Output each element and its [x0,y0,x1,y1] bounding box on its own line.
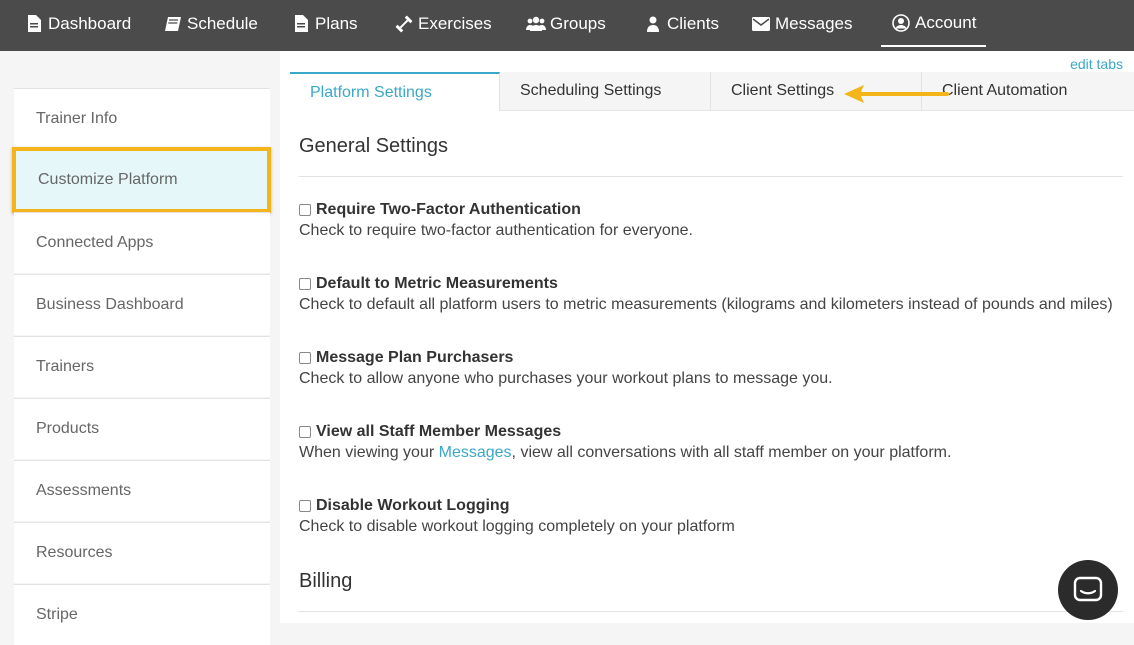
edit-tabs-link[interactable]: edit tabs [1070,56,1123,72]
two-factor-checkbox[interactable] [299,204,311,216]
nav-label: Messages [775,13,853,33]
nav-schedule[interactable]: Schedule [163,0,258,47]
settings-sidebar: Trainer Info Customize Platform Connecte… [0,51,280,645]
book-icon [163,15,183,33]
nav-label: Clients [667,13,719,33]
desc-text: , view all conversations with all staff … [511,444,952,461]
sidebar-item-stripe[interactable]: Stripe [14,584,270,645]
main-content: edit tabs Platform Settings Scheduling S… [280,51,1134,623]
user-icon [643,15,663,33]
sidebar-item-products[interactable]: Products [14,398,270,459]
sidebar-item-customize-platform[interactable]: Customize Platform [12,147,271,213]
sidebar-item-label: Trainers [36,358,95,375]
desc-text: When viewing your [299,444,439,461]
tab-scheduling-settings[interactable]: Scheduling Settings [500,72,711,110]
sidebar-item-label: Customize Platform [38,171,178,188]
setting-label: Disable Workout Logging [316,497,510,514]
sidebar-item-connected-apps[interactable]: Connected Apps [14,212,270,273]
sidebar-item-label: Business Dashboard [36,296,184,313]
sidebar-item-resources[interactable]: Resources [14,522,270,583]
sidebar-item-label: Connected Apps [36,234,154,251]
settings-tabs: Platform Settings Scheduling Settings Cl… [290,72,1134,111]
messages-link[interactable]: Messages [439,444,512,461]
sidebar-item-label: Stripe [36,606,78,623]
billing-title: Billing [299,570,353,592]
metric-checkbox[interactable] [299,278,311,290]
chat-launcher-button[interactable] [1058,560,1118,620]
nav-label: Schedule [187,13,258,33]
nav-groups[interactable]: Groups [526,0,606,47]
nav-label: Plans [315,13,358,33]
divider [299,176,1123,177]
nav-account[interactable]: Account [881,0,987,47]
setting-metric: Default to Metric Measurements Check to … [299,275,1119,314]
sidebar-item-business-dashboard[interactable]: Business Dashboard [14,274,270,335]
setting-label: Require Two-Factor Authentication [316,201,581,218]
sidebar-item-label: Assessments [36,482,132,499]
tab-label: Scheduling Settings [520,82,662,99]
nav-dashboard[interactable]: Dashboard [24,0,131,47]
setting-label: Default to Metric Measurements [316,275,558,292]
document-icon [291,15,311,33]
tab-label: Platform Settings [310,83,432,101]
chat-icon [1073,576,1103,602]
sidebar-item-label: Resources [36,544,113,561]
nav-label: Groups [550,13,606,33]
nav-label: Exercises [418,13,492,33]
tab-label: Client Settings [731,82,835,99]
nav-plans[interactable]: Plans [291,0,358,47]
setting-staff-messages: View all Staff Member Messages When view… [299,423,1119,462]
setting-label: View all Staff Member Messages [316,423,562,440]
disable-logging-checkbox[interactable] [299,500,311,512]
nav-label: Account [915,12,977,32]
envelope-icon [751,15,771,33]
message-purchasers-checkbox[interactable] [299,352,311,364]
divider [299,611,1123,612]
tab-platform-settings[interactable]: Platform Settings [290,72,500,111]
setting-label: Message Plan Purchasers [316,349,514,366]
setting-description: Check to default all platform users to m… [299,296,1113,313]
top-navigation: Dashboard Schedule Plans Exercises Group… [0,0,1134,51]
dumbbell-icon [394,15,414,33]
tab-client-automation[interactable]: Client Automation [922,72,1134,110]
setting-description: Check to disable workout logging complet… [299,518,735,535]
tab-label: Client Automation [942,82,1068,99]
general-settings-title: General Settings [299,135,448,157]
setting-description: Check to allow anyone who purchases your… [299,370,833,387]
nav-label: Dashboard [48,13,132,33]
setting-description: When viewing your Messages, view all con… [299,444,1119,462]
file-icon [24,15,44,33]
setting-two-factor: Require Two-Factor Authentication Check … [299,201,1119,240]
nav-messages[interactable]: Messages [751,0,852,47]
sidebar-item-trainers[interactable]: Trainers [14,336,270,397]
setting-message-purchasers: Message Plan Purchasers Check to allow a… [299,349,1119,388]
nav-clients[interactable]: Clients [643,0,719,47]
setting-description: Check to require two-factor authenticati… [299,222,693,239]
sidebar-item-label: Products [36,420,100,437]
nav-exercises[interactable]: Exercises [394,0,492,47]
annotation-arrow-icon [844,85,949,103]
sidebar-item-trainer-info[interactable]: Trainer Info [14,88,270,149]
sidebar-item-assessments[interactable]: Assessments [14,460,270,521]
setting-disable-logging: Disable Workout Logging Check to disable… [299,497,1119,536]
user-circle-icon [891,13,911,32]
users-icon [526,15,546,33]
staff-messages-checkbox[interactable] [299,426,311,438]
sidebar-item-label: Trainer Info [36,110,118,127]
